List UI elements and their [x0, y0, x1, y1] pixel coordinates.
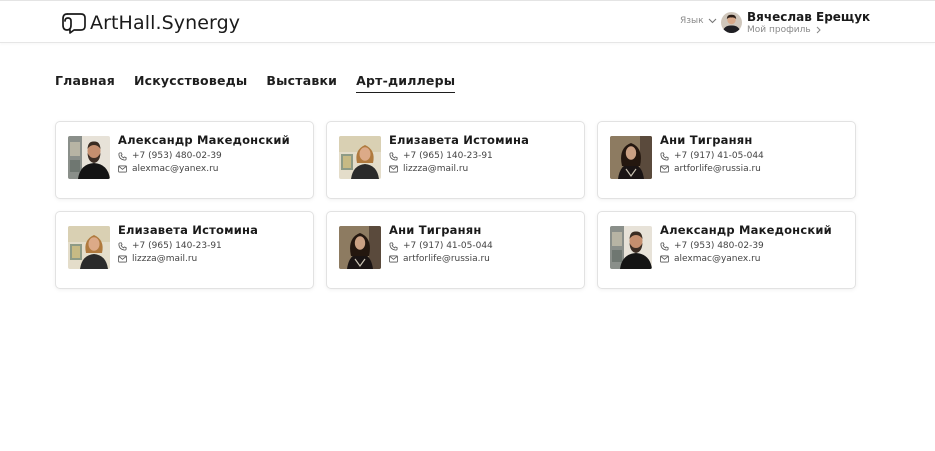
dealer-phone[interactable]: +7 (917) 41-05-044 [660, 151, 764, 161]
chevron-down-icon [708, 18, 716, 24]
dealer-photo [610, 136, 652, 179]
dealer-photo [68, 226, 110, 269]
logo-icon [62, 13, 86, 34]
mail-icon [389, 255, 398, 263]
dealer-name: Ани Тигранян [660, 133, 753, 147]
tab-exhibitions[interactable]: Выставки [266, 73, 337, 93]
my-profile-label: Мой профиль [747, 25, 811, 35]
dealer-email[interactable]: alexmac@yanex.ru [660, 254, 760, 264]
dealer-email-text: alexmac@yanex.ru [674, 254, 761, 264]
user-avatar [721, 12, 742, 33]
logo[interactable]: ArtHall.Synergy [61, 11, 240, 35]
mail-icon [118, 255, 127, 263]
user-name: Вячеслав Ерещук [747, 10, 871, 24]
user-menu[interactable]: Вячеслав Ерещук Мой профиль [721, 10, 870, 35]
dealer-name: Елизавета Истомина [389, 133, 530, 147]
phone-icon [118, 241, 127, 251]
dealer-email-text: lizzza@mail.ru [132, 254, 198, 264]
top-bar: ArtHall.Synergy Язык Вячеслав Ерещук Мой… [0, 0, 935, 43]
logo-text: ArtHall.Synergy [90, 12, 241, 34]
dealer-phone-text: +7 (917) 41-05-044 [403, 241, 493, 251]
dealer-phone-text: +7 (965) 140-23-91 [132, 241, 222, 251]
phone-icon [660, 241, 669, 251]
dealer-photo [339, 226, 381, 269]
dealer-email[interactable]: lizzza@mail.ru [389, 164, 468, 174]
my-profile-link[interactable]: Мой профиль [747, 25, 870, 35]
dealer-photo [68, 136, 110, 179]
tab-home[interactable]: Главная [55, 73, 115, 93]
phone-icon [389, 241, 398, 251]
tab-art-dealers[interactable]: Арт-диллеры [356, 73, 456, 93]
dealer-phone[interactable]: +7 (965) 140-23-91 [118, 241, 222, 251]
mail-icon [118, 165, 127, 173]
language-label: Язык [680, 16, 704, 26]
main-nav: Главная Искусствоведы Выставки Арт-дилле… [55, 73, 474, 93]
dealer-photo [610, 226, 652, 269]
dealer-phone[interactable]: +7 (953) 480-02-39 [118, 151, 222, 161]
dealer-phone-text: +7 (953) 480-02-39 [674, 241, 764, 251]
dealer-name: Александр Македонский [118, 133, 290, 147]
dealer-phone-text: +7 (917) 41-05-044 [674, 151, 764, 161]
dealer-card[interactable]: Александр Македонский +7 (953) 480-02-39 a… [55, 121, 314, 199]
mail-icon [660, 255, 669, 263]
dealer-email[interactable]: artforlife@russia.ru [660, 164, 761, 174]
dealer-card[interactable]: Ани Тигранян +7 (917) 41-05-044 artforlife… [326, 211, 585, 289]
dealer-card[interactable]: Елизавета Истомина +7 (965) 140-23-91 lizz… [55, 211, 314, 289]
tab-art-critics[interactable]: Искусствоведы [134, 73, 247, 93]
dealer-email-text: alexmac@yanex.ru [132, 164, 219, 174]
dealer-email[interactable]: lizzza@mail.ru [118, 254, 197, 264]
dealer-email[interactable]: alexmac@yanex.ru [118, 164, 218, 174]
dealer-phone[interactable]: +7 (965) 140-23-91 [389, 151, 493, 161]
mail-icon [660, 165, 669, 173]
language-selector[interactable]: Язык [680, 16, 717, 26]
dealer-photo [339, 136, 381, 179]
phone-icon [660, 151, 669, 161]
dealer-phone-text: +7 (953) 480-02-39 [132, 151, 222, 161]
dealer-email-text: artforlife@russia.ru [674, 164, 761, 174]
dealer-card[interactable]: Елизавета Истомина +7 (965) 140-23-91 lizz… [326, 121, 585, 199]
dealer-phone[interactable]: +7 (953) 480-02-39 [660, 241, 764, 251]
dealer-name: Елизавета Истомина [118, 223, 259, 237]
chevron-right-icon [816, 26, 821, 34]
phone-icon [118, 151, 127, 161]
dealer-card[interactable]: Ани Тигранян +7 (917) 41-05-044 artforlife… [597, 121, 856, 199]
dealer-name: Александр Македонский [660, 223, 832, 237]
dealer-email[interactable]: artforlife@russia.ru [389, 254, 490, 264]
dealer-name: Ани Тигранян [389, 223, 482, 237]
dealer-email-text: artforlife@russia.ru [403, 254, 490, 264]
dealer-card[interactable]: Александр Македонский +7 (953) 480-02-39 a… [597, 211, 856, 289]
dealer-phone[interactable]: +7 (917) 41-05-044 [389, 241, 493, 251]
dealer-phone-text: +7 (965) 140-23-91 [403, 151, 493, 161]
mail-icon [389, 165, 398, 173]
phone-icon [389, 151, 398, 161]
dealer-email-text: lizzza@mail.ru [403, 164, 469, 174]
